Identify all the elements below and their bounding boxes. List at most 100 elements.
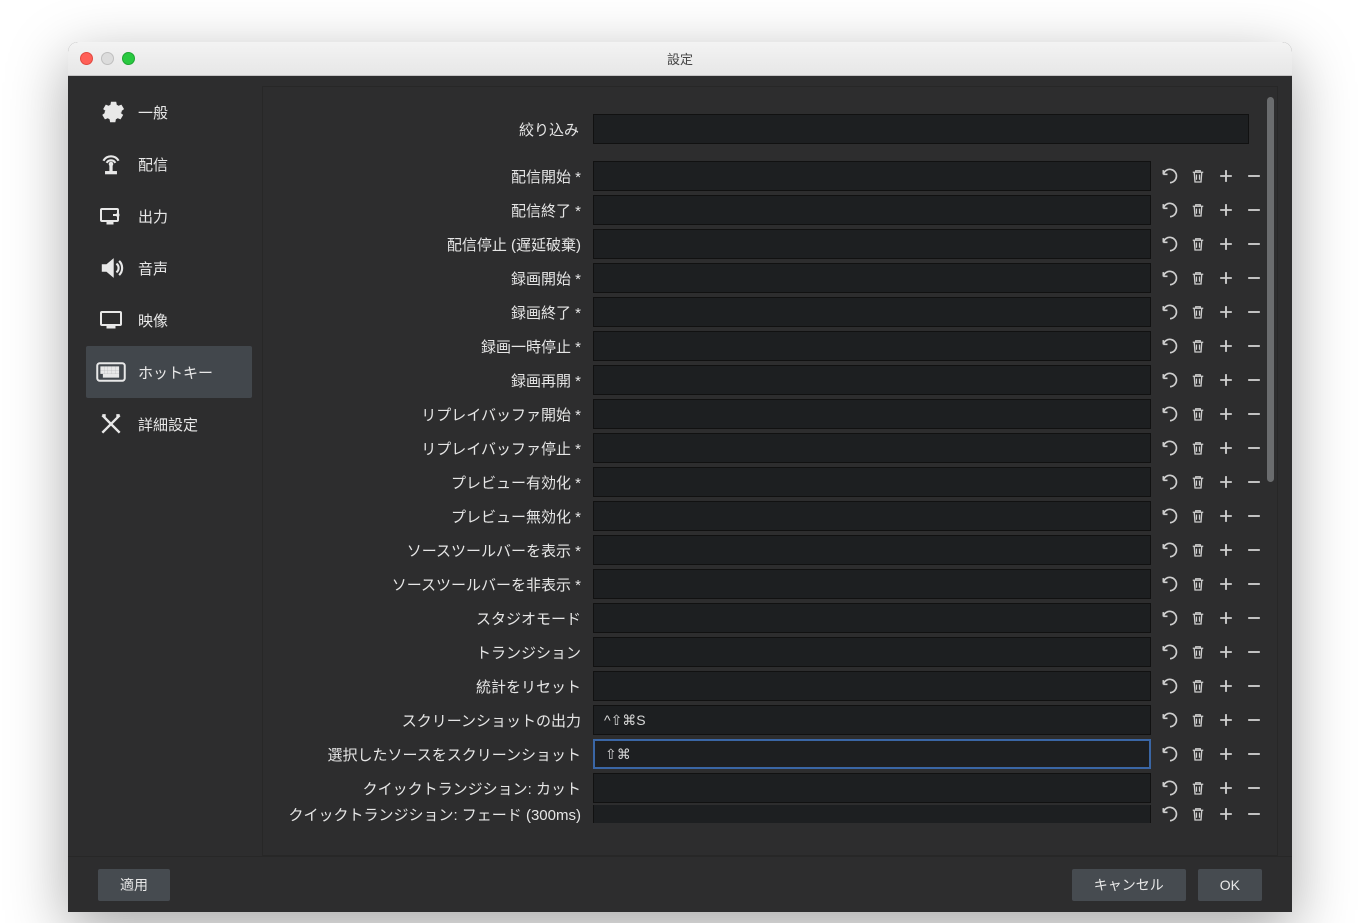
trash-icon[interactable] xyxy=(1187,641,1209,663)
trash-icon[interactable] xyxy=(1187,743,1209,765)
minus-icon[interactable] xyxy=(1243,199,1265,221)
undo-icon[interactable] xyxy=(1159,505,1181,527)
undo-icon[interactable] xyxy=(1159,709,1181,731)
undo-icon[interactable] xyxy=(1159,805,1181,823)
trash-icon[interactable] xyxy=(1187,369,1209,391)
plus-icon[interactable] xyxy=(1215,607,1237,629)
hotkey-input[interactable] xyxy=(593,569,1151,599)
hotkey-input[interactable] xyxy=(593,399,1151,429)
plus-icon[interactable] xyxy=(1215,709,1237,731)
ok-button[interactable]: OK xyxy=(1198,869,1262,901)
cancel-button[interactable]: キャンセル xyxy=(1072,869,1186,901)
undo-icon[interactable] xyxy=(1159,199,1181,221)
titlebar[interactable]: 設定 xyxy=(68,42,1292,76)
trash-icon[interactable] xyxy=(1187,505,1209,527)
minus-icon[interactable] xyxy=(1243,267,1265,289)
sidebar-item-general[interactable]: 一般 xyxy=(86,86,252,138)
plus-icon[interactable] xyxy=(1215,233,1237,255)
undo-icon[interactable] xyxy=(1159,743,1181,765)
hotkey-input[interactable] xyxy=(593,467,1151,497)
minus-icon[interactable] xyxy=(1243,573,1265,595)
undo-icon[interactable] xyxy=(1159,641,1181,663)
minimize-icon[interactable] xyxy=(101,52,114,65)
trash-icon[interactable] xyxy=(1187,233,1209,255)
undo-icon[interactable] xyxy=(1159,369,1181,391)
plus-icon[interactable] xyxy=(1215,539,1237,561)
sidebar-item-audio[interactable]: 音声 xyxy=(86,242,252,294)
plus-icon[interactable] xyxy=(1215,743,1237,765)
hotkey-input[interactable] xyxy=(593,705,1151,735)
hotkey-input[interactable] xyxy=(593,297,1151,327)
minus-icon[interactable] xyxy=(1243,777,1265,799)
trash-icon[interactable] xyxy=(1187,805,1209,823)
minus-icon[interactable] xyxy=(1243,675,1265,697)
hotkey-input[interactable] xyxy=(593,603,1151,633)
plus-icon[interactable] xyxy=(1215,335,1237,357)
plus-icon[interactable] xyxy=(1215,805,1237,823)
sidebar-item-hotkeys[interactable]: ホットキー xyxy=(86,346,252,398)
hotkey-input[interactable] xyxy=(593,501,1151,531)
minus-icon[interactable] xyxy=(1243,709,1265,731)
minus-icon[interactable] xyxy=(1243,505,1265,527)
plus-icon[interactable] xyxy=(1215,369,1237,391)
minus-icon[interactable] xyxy=(1243,641,1265,663)
trash-icon[interactable] xyxy=(1187,403,1209,425)
maximize-icon[interactable] xyxy=(122,52,135,65)
minus-icon[interactable] xyxy=(1243,335,1265,357)
plus-icon[interactable] xyxy=(1215,505,1237,527)
sidebar-item-advanced[interactable]: 詳細設定 xyxy=(86,398,252,450)
undo-icon[interactable] xyxy=(1159,301,1181,323)
minus-icon[interactable] xyxy=(1243,165,1265,187)
hotkey-input[interactable] xyxy=(593,805,1151,823)
trash-icon[interactable] xyxy=(1187,267,1209,289)
plus-icon[interactable] xyxy=(1215,573,1237,595)
minus-icon[interactable] xyxy=(1243,403,1265,425)
trash-icon[interactable] xyxy=(1187,335,1209,357)
hotkey-input[interactable] xyxy=(593,161,1151,191)
minus-icon[interactable] xyxy=(1243,301,1265,323)
plus-icon[interactable] xyxy=(1215,301,1237,323)
trash-icon[interactable] xyxy=(1187,607,1209,629)
plus-icon[interactable] xyxy=(1215,165,1237,187)
hotkey-input[interactable] xyxy=(593,195,1151,225)
sidebar-item-output[interactable]: 出力 xyxy=(86,190,252,242)
hotkey-input[interactable] xyxy=(593,433,1151,463)
undo-icon[interactable] xyxy=(1159,573,1181,595)
hotkey-input[interactable] xyxy=(593,263,1151,293)
hotkey-input[interactable] xyxy=(593,637,1151,667)
undo-icon[interactable] xyxy=(1159,165,1181,187)
plus-icon[interactable] xyxy=(1215,199,1237,221)
trash-icon[interactable] xyxy=(1187,573,1209,595)
trash-icon[interactable] xyxy=(1187,165,1209,187)
hotkey-input[interactable] xyxy=(593,739,1151,769)
minus-icon[interactable] xyxy=(1243,233,1265,255)
hotkey-input[interactable] xyxy=(593,773,1151,803)
plus-icon[interactable] xyxy=(1215,471,1237,493)
hotkey-input[interactable] xyxy=(593,671,1151,701)
minus-icon[interactable] xyxy=(1243,437,1265,459)
trash-icon[interactable] xyxy=(1187,199,1209,221)
hotkey-input[interactable] xyxy=(593,365,1151,395)
trash-icon[interactable] xyxy=(1187,301,1209,323)
undo-icon[interactable] xyxy=(1159,777,1181,799)
hotkey-input[interactable] xyxy=(593,331,1151,361)
scrollbar[interactable] xyxy=(1267,97,1274,482)
minus-icon[interactable] xyxy=(1243,743,1265,765)
sidebar-item-video[interactable]: 映像 xyxy=(86,294,252,346)
undo-icon[interactable] xyxy=(1159,267,1181,289)
plus-icon[interactable] xyxy=(1215,437,1237,459)
close-icon[interactable] xyxy=(80,52,93,65)
plus-icon[interactable] xyxy=(1215,267,1237,289)
minus-icon[interactable] xyxy=(1243,369,1265,391)
undo-icon[interactable] xyxy=(1159,233,1181,255)
undo-icon[interactable] xyxy=(1159,675,1181,697)
trash-icon[interactable] xyxy=(1187,437,1209,459)
plus-icon[interactable] xyxy=(1215,777,1237,799)
minus-icon[interactable] xyxy=(1243,607,1265,629)
filter-input[interactable] xyxy=(593,114,1249,144)
trash-icon[interactable] xyxy=(1187,471,1209,493)
apply-button[interactable]: 適用 xyxy=(98,869,170,901)
undo-icon[interactable] xyxy=(1159,607,1181,629)
plus-icon[interactable] xyxy=(1215,403,1237,425)
plus-icon[interactable] xyxy=(1215,675,1237,697)
